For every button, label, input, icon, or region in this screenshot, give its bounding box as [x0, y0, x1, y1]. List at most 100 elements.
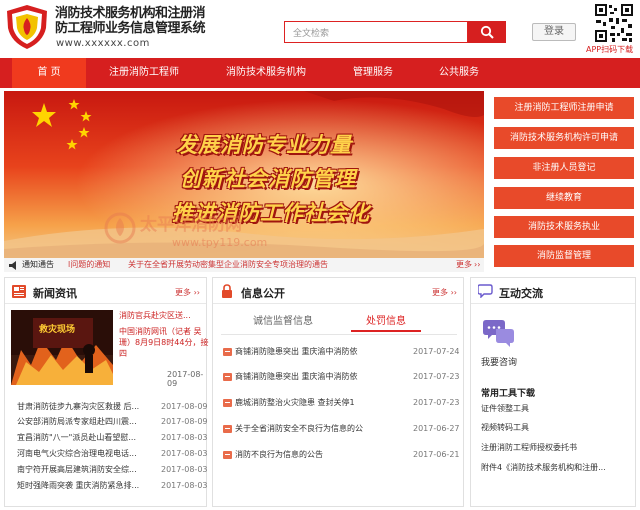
site-header: 消防技术服务机构和注册消 防工程师业务信息管理系统 www.xxxxxx.com… — [0, 0, 640, 58]
news-item-title: 南宁符开展高层建筑消防安全综... — [17, 465, 137, 474]
info-disclosure-panel: 信息公开 更多 ›› 诚信监督信息 处罚信息 商铺消防隐患突出 重庆渝中消防依 … — [212, 277, 464, 507]
consult-chat-icon[interactable] — [483, 318, 515, 348]
quick-link-unregistered-staff[interactable]: 非注册人员登记 — [494, 157, 634, 179]
info-list-item[interactable]: 鹿城消防整治火灾隐患 查封关停1 2017-07-23 — [223, 396, 460, 410]
interact-panel-title: 互动交流 — [499, 287, 543, 300]
watermark-site-url: www.tpy119.com — [172, 236, 268, 249]
news-list-item[interactable]: 南宁符开展高层建筑消防安全综... 2017-08-03 — [17, 463, 208, 477]
search-icon — [480, 25, 494, 39]
news-item-date: 2017-08-09 — [161, 402, 208, 411]
login-button[interactable]: 登录 — [532, 23, 576, 41]
tool-download-link[interactable]: 附件4《消防技术服务机构和注册... — [481, 462, 631, 473]
news-list-item[interactable]: 公安部消防局派专家组赴四川震... 2017-08-09 — [17, 415, 208, 429]
site-url: www.xxxxxx.com — [56, 38, 150, 49]
news-list-item[interactable]: 宜昌消防"八一"派员赴山看望慰... 2017-08-03 — [17, 431, 208, 445]
nav-item-service-agency[interactable]: 消防技术服务机构 — [206, 58, 326, 88]
site-title-line1: 消防技术服务机构和注册消 — [55, 6, 206, 21]
document-icon — [223, 451, 232, 459]
more-arrow-icon[interactable]: ›› — [474, 258, 480, 272]
news-list-item[interactable]: 矩时强降雨突袭 重庆消防紧急排... 2017-08-03 — [17, 479, 208, 493]
document-icon — [223, 425, 232, 433]
featured-photo: 救灾现场 — [11, 310, 113, 385]
main-nav: 首 页 注册消防工程师 消防技术服务机构 管理服务 公共服务 — [0, 58, 640, 88]
quick-link-service-practice[interactable]: 消防技术服务执业 — [494, 216, 634, 238]
news-item-title: 河南电气火灾综合治理电视电话... — [17, 449, 137, 458]
news-list-item[interactable]: 甘肃消防徒步九寨沟灾区救援 后... 2017-08-09 — [17, 400, 208, 414]
quick-link-continuing-education[interactable]: 继续教育 — [494, 187, 634, 209]
info-item-date: 2017-07-24 — [413, 347, 460, 356]
tab-divider — [221, 334, 457, 335]
document-icon — [223, 399, 232, 407]
info-item-date: 2017-06-27 — [413, 424, 460, 433]
nav-item-management[interactable]: 管理服务 — [334, 58, 412, 88]
svg-text:救灾现场: 救灾现场 — [39, 323, 75, 335]
fire-shield-logo-icon[interactable] — [5, 4, 49, 50]
info-item-date: 2017-07-23 — [413, 398, 460, 407]
banner-slogan-2: 创新社会消防管理 — [180, 167, 356, 191]
info-more-link[interactable]: 更多 ›› — [432, 287, 457, 298]
quick-link-engineer-registration[interactable]: 注册消防工程师注册申请 — [494, 97, 634, 119]
quick-link-agency-license[interactable]: 消防技术服务机构许可申请 — [494, 127, 634, 149]
document-icon — [223, 348, 232, 356]
qr-download-label: APP扫码下载 — [586, 45, 634, 54]
notice-more-link[interactable]: 更多 — [456, 258, 472, 272]
newspaper-icon — [12, 285, 26, 298]
speaker-icon — [9, 261, 16, 270]
hero-banner[interactable]: 发展消防专业力量 创新社会消防管理 推进消防工作社会化 — [4, 91, 484, 259]
news-item-title: 公安部消防局派专家组赴四川震... — [17, 417, 137, 426]
info-item-title: 消防不良行为信息的公告 — [235, 450, 323, 459]
news-panel: 新闻资讯 更多 ›› 救灾现场 消防官兵赴灾区送... 中国消防网讯（记者 吴珊… — [4, 277, 209, 507]
info-list-item[interactable]: 关于全省消防安全不良行为信息的公 2017-06-27 — [223, 422, 460, 436]
quick-link-supervision[interactable]: 消防监督管理 — [494, 245, 634, 267]
tool-download-link[interactable]: 视频转码工具 — [481, 422, 631, 433]
info-panel-title: 信息公开 — [241, 287, 285, 300]
news-item-title: 甘肃消防徒步九寨沟灾区救援 后... — [17, 402, 140, 411]
info-list-item[interactable]: 商铺消防隐患突出 重庆渝中消防依 2017-07-24 — [223, 345, 460, 359]
news-panel-header: 新闻资讯 更多 ›› — [5, 278, 206, 304]
info-list-item[interactable]: 消防不良行为信息的公告 2017-06-21 — [223, 448, 460, 462]
tool-download-link[interactable]: 证件领整工具 — [481, 403, 631, 414]
news-item-title: 宜昌消防"八一"派员赴山看望慰... — [17, 433, 136, 442]
notice-item[interactable]: l问题的通知 — [68, 258, 110, 272]
search-button[interactable] — [468, 21, 506, 43]
news-panel-title: 新闻资讯 — [33, 287, 77, 300]
news-more-label: 更多 — [175, 288, 192, 297]
nav-item-registered-engineer[interactable]: 注册消防工程师 — [92, 58, 196, 88]
info-item-title: 关于全省消防安全不良行为信息的公 — [235, 424, 363, 433]
nav-item-public-service[interactable]: 公共服务 — [420, 58, 498, 88]
news-item-date: 2017-08-03 — [161, 465, 208, 474]
news-item-title: 矩时强降雨突袭 重庆消防紧急排... — [17, 481, 140, 490]
lock-icon — [222, 284, 232, 298]
news-featured-date: 2017-08-09 — [167, 370, 204, 388]
news-featured-image[interactable]: 救灾现场 — [11, 310, 113, 385]
chat-icon — [478, 284, 493, 298]
news-more-link[interactable]: 更多 ›› — [175, 287, 200, 298]
info-item-title: 鹿城消防整治火灾隐患 查封关停1 — [235, 398, 355, 407]
notice-bar: 通知通告 l问题的通知 关于在全省开展劳动密集型企业消防安全专项治理的通告 更多… — [4, 258, 484, 272]
info-item-date: 2017-07-23 — [413, 372, 460, 381]
info-more-label: 更多 — [432, 288, 449, 297]
news-item-date: 2017-08-03 — [161, 433, 208, 442]
news-item-date: 2017-08-03 — [161, 481, 208, 490]
tool-download-link[interactable]: 注册消防工程师授权委托书 — [481, 442, 631, 453]
nav-item-home[interactable]: 首 页 — [12, 58, 86, 88]
interaction-panel: 互动交流 我要咨询 常用工具下载 证件领整工具 视频转码工具 注册消防工程师授权… — [470, 277, 636, 507]
watermark-logo-icon — [104, 212, 136, 244]
tab-penalty-info[interactable]: 处罚信息 — [351, 312, 421, 332]
qr-code-icon[interactable] — [594, 3, 634, 43]
news-featured-title[interactable]: 消防官兵赴灾区送... — [119, 310, 209, 321]
news-featured-summary: 中国消防网讯（记者 吴珊）8月9日8时44分，接四 — [119, 327, 209, 358]
consult-link[interactable]: 我要咨询 — [481, 355, 517, 368]
site-title-line2: 防工程师业务信息管理系统 — [55, 21, 206, 36]
document-icon — [223, 373, 232, 381]
info-list-item[interactable]: 商铺消防隐患突出 重庆渝中消防依 2017-07-23 — [223, 370, 460, 384]
info-item-date: 2017-06-21 — [413, 450, 460, 459]
tab-credit-supervision[interactable]: 诚信监督信息 — [243, 312, 323, 332]
news-list-item[interactable]: 河南电气火灾综合治理电视电话... 2017-08-03 — [17, 447, 208, 461]
watermark-site-name: 太平洋消防网 — [140, 215, 242, 235]
notice-item[interactable]: 关于在全省开展劳动密集型企业消防安全专项治理的通告 — [128, 258, 328, 272]
search-input[interactable]: 全文检索 — [284, 21, 468, 43]
notice-label: 通知通告 — [22, 260, 54, 269]
interact-panel-header: 互动交流 — [471, 278, 635, 304]
site-title: 消防技术服务机构和注册消 防工程师业务信息管理系统 — [55, 6, 220, 36]
